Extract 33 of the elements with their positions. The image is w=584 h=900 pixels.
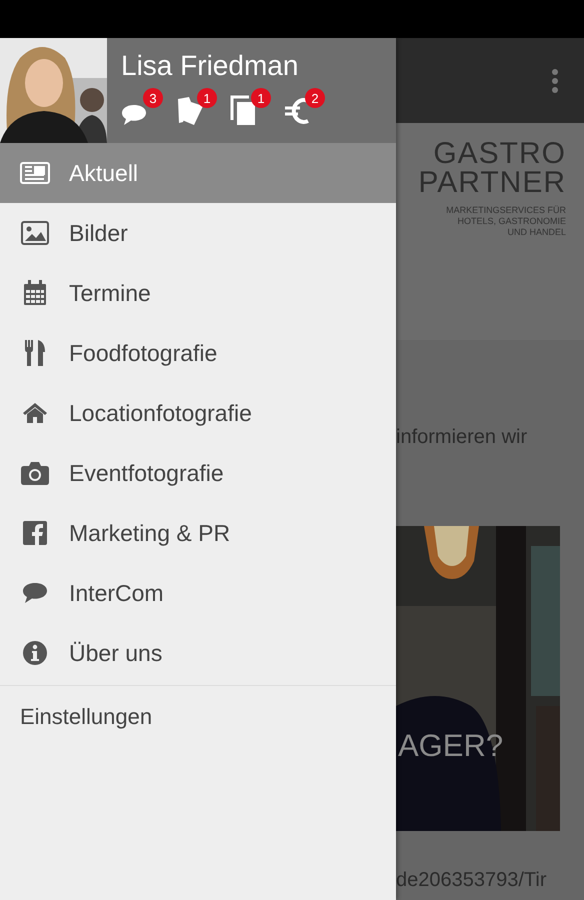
user-name: Lisa Friedman <box>121 50 300 82</box>
tagline-text: HOTELS, GASTRONOMIE <box>457 216 566 227</box>
body-text: informieren wir <box>396 426 528 449</box>
banner-caption: AGER? <box>398 727 504 765</box>
chat-icon <box>22 582 48 604</box>
count-badge: 2 <box>305 88 325 108</box>
newspaper-icon <box>20 162 50 184</box>
chat-icon[interactable] <box>121 104 147 126</box>
count-badge: 3 <box>143 88 163 108</box>
menu-item[interactable]: Einstellungen <box>0 686 396 748</box>
info-icon <box>23 641 47 665</box>
calendar-icon <box>23 280 47 306</box>
cutlery-icon <box>24 340 46 366</box>
logo-text: PARTNER <box>418 168 566 197</box>
overflow-menu-icon[interactable] <box>552 68 558 92</box>
menu-item[interactable]: Eventfotografie <box>0 443 396 503</box>
tagline-text: MARKETINGSERVICES FÜR <box>446 205 566 216</box>
tagline-text: UND HANDEL <box>507 227 566 238</box>
logo-text: GASTRO <box>433 139 566 168</box>
euro-icon[interactable] <box>283 96 311 126</box>
menu-item[interactable]: Foodfotografie <box>0 323 396 383</box>
home-icon <box>23 403 47 423</box>
count-badge: 1 <box>197 88 217 108</box>
count-badge: 1 <box>251 88 271 108</box>
image-icon <box>21 221 49 245</box>
menu-item[interactable]: Bilder <box>0 203 396 263</box>
menu-item[interactable]: Termine <box>0 263 396 323</box>
menu-item[interactable]: Marketing & PR <box>0 503 396 563</box>
menu-item[interactable]: Über uns <box>0 623 396 683</box>
menu-item[interactable]: InterCom <box>0 563 396 623</box>
menu-item[interactable]: Locationfotografie <box>0 383 396 443</box>
camera-icon <box>21 461 49 485</box>
facebook-icon <box>23 521 47 545</box>
